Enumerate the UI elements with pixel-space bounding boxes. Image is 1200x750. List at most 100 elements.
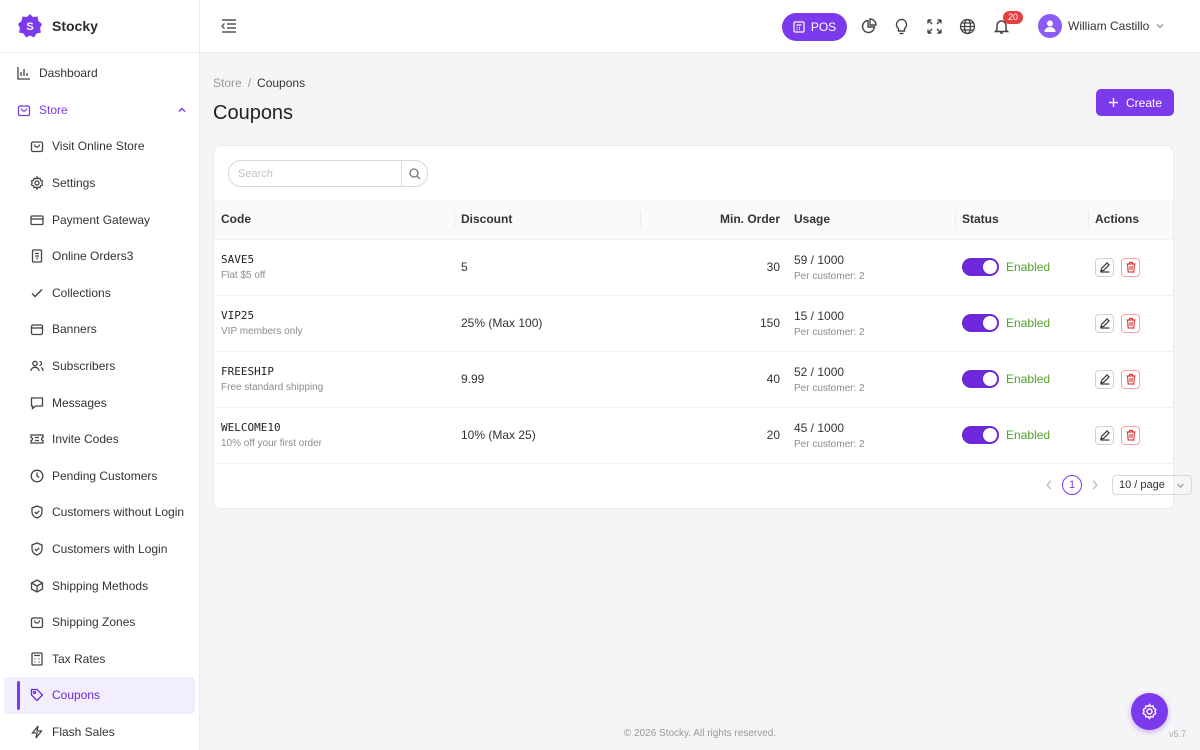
table-row: WELCOME10 10% off your first order 10% (M… (214, 407, 1173, 464)
clock-icon (30, 469, 44, 483)
delete-button[interactable] (1121, 313, 1140, 333)
sidebar-item-customers-without-login[interactable]: Customers without Login (0, 494, 199, 531)
coupon-code: WELCOME10 (221, 421, 281, 434)
edit-button[interactable] (1095, 425, 1114, 445)
status-toggle[interactable] (962, 426, 999, 444)
sidebar-item-store[interactable]: Store (0, 92, 199, 129)
coupon-code: FREESHIP (221, 365, 274, 378)
sidebar-item-online-orders[interactable]: Online Orders3 (0, 238, 199, 275)
status-toggle[interactable] (962, 258, 999, 276)
status-text: Enabled (1006, 316, 1051, 330)
edit-button[interactable] (1095, 313, 1114, 333)
lightbulb-icon[interactable] (893, 18, 910, 35)
sidebar-item-visit-online-store[interactable]: Visit Online Store (0, 128, 199, 165)
sidebar-item-label: Visit Online Store (52, 139, 145, 154)
create-button[interactable]: Create (1096, 89, 1174, 116)
pie-chart-icon[interactable] (860, 18, 877, 35)
sidebar-item-flash-sales[interactable]: Flash Sales (0, 714, 199, 750)
sidebar-item-label: Shipping Zones (52, 615, 136, 630)
column-header-status[interactable]: Status (955, 200, 1088, 240)
delete-button[interactable] (1121, 425, 1140, 445)
column-divider (454, 211, 455, 228)
trash-icon (1126, 261, 1135, 273)
chevron-down-icon (1177, 483, 1184, 488)
sidebar-item-subscribers[interactable]: Subscribers (0, 348, 199, 385)
next-page-icon[interactable] (1088, 478, 1102, 492)
column-header-label: Discount (461, 212, 513, 227)
sidebar-item-settings[interactable]: Settings (0, 165, 199, 202)
sidebar-item-label: Shipping Methods (52, 578, 149, 593)
sidebar-item-collections[interactable]: Collections (0, 275, 199, 312)
sidebar-item-pending-customers[interactable]: Pending Customers (0, 458, 199, 495)
coupon-description: VIP members only (221, 326, 303, 337)
sidebar-item-label: Pending Customers (52, 468, 158, 483)
sidebar-item-label: Customers without Login (52, 505, 185, 520)
coupon-description: Free standard shipping (221, 382, 324, 393)
app-name: Stocky (52, 18, 98, 34)
coupon-code: SAVE5 (221, 253, 255, 266)
user-menu[interactable]: William Castillo (1038, 14, 1165, 38)
edit-icon (1099, 374, 1110, 385)
sidebar-item-tax-rates[interactable]: Tax Rates (0, 641, 199, 678)
sidebar-item-coupons[interactable]: Coupons (4, 677, 195, 714)
box-icon (30, 578, 44, 593)
sidebar-item-payment-gateway[interactable]: Payment Gateway (0, 201, 199, 238)
sidebar-item-label: Banners (52, 322, 97, 337)
globe-icon[interactable] (959, 18, 976, 35)
sidebar-item-invite-codes[interactable]: Invite Codes (0, 421, 199, 458)
edit-icon (1099, 262, 1110, 273)
edit-button[interactable] (1095, 257, 1114, 277)
settings-fab[interactable] (1131, 693, 1168, 730)
coupon-min-order: 20 (640, 407, 787, 464)
avatar (1038, 14, 1062, 38)
status-toggle[interactable] (962, 370, 999, 388)
chevron-down-icon (1156, 24, 1164, 29)
edit-icon (1099, 430, 1110, 441)
sidebar-item-messages[interactable]: Messages (0, 384, 199, 421)
delete-button[interactable] (1121, 369, 1140, 389)
status-toggle[interactable] (962, 314, 999, 332)
svg-text:S: S (26, 21, 33, 33)
page-number[interactable]: 1 (1062, 475, 1082, 495)
status-text: Enabled (1006, 372, 1051, 386)
shield-icon (31, 505, 43, 520)
search-input[interactable] (229, 161, 401, 186)
pos-button[interactable]: POS (782, 13, 847, 41)
sidebar-item-banners[interactable]: Banners (0, 311, 199, 348)
coupon-code: VIP25 (221, 309, 255, 322)
coupon-min-order: 150 (640, 295, 787, 352)
sidebar-item-dashboard[interactable]: Dashboard (0, 55, 199, 92)
breadcrumb: Store / Coupons (213, 76, 305, 90)
sidebar-item-label: Online Orders3 (52, 249, 134, 264)
notification-badge: 20 (1003, 11, 1023, 24)
column-header-usage[interactable]: Usage (787, 200, 955, 240)
search-button[interactable] (401, 161, 427, 186)
delete-button[interactable] (1121, 257, 1140, 277)
check-icon (31, 288, 43, 298)
menu-collapse-icon[interactable] (220, 17, 238, 35)
coupon-discount: 9.99 (454, 351, 640, 408)
sidebar-item-shipping-zones[interactable]: Shipping Zones (0, 604, 199, 641)
sidebar-item-shipping-methods[interactable]: Shipping Methods (0, 567, 199, 604)
sidebar-item-label: Store (39, 102, 68, 117)
breadcrumb-store[interactable]: Store (213, 76, 242, 90)
prev-page-icon[interactable] (1042, 478, 1056, 492)
sidebar-item-customers-with-login[interactable]: Customers with Login (0, 531, 199, 568)
page-size-select[interactable]: 10 / page (1112, 475, 1192, 495)
brand[interactable]: S Stocky (0, 0, 199, 53)
column-header-min-order[interactable]: Min. Order (640, 200, 787, 240)
bag-icon (30, 617, 44, 629)
credit-card-icon (30, 215, 44, 225)
top-header: POS 20 William Castillo (200, 0, 1200, 53)
trash-icon (1126, 317, 1135, 329)
column-header-discount[interactable]: Discount (454, 200, 640, 240)
message-icon (30, 396, 44, 410)
store-bag-icon (17, 105, 31, 117)
sidebar-item-label: Subscribers (52, 359, 116, 374)
chevron-up-icon (178, 107, 186, 112)
column-header-code[interactable]: Code (214, 200, 454, 240)
gear-icon (30, 176, 44, 191)
fullscreen-icon[interactable] (926, 18, 943, 35)
column-header-label: Min. Order (719, 212, 780, 227)
edit-button[interactable] (1095, 369, 1114, 389)
